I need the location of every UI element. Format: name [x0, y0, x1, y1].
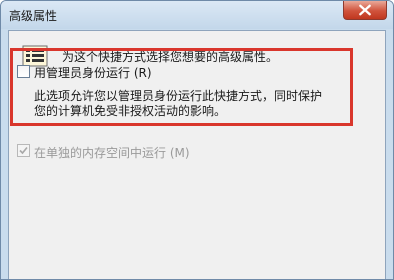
checkmark-icon [19, 146, 28, 155]
close-icon [359, 4, 371, 16]
run-as-admin-description: 此选项允许您以管理员身份运行此快捷方式，同时保护 您的计算机免受非授权活动的影响… [34, 89, 323, 118]
separate-memory-label[interactable]: 在单独的内存空间中运行 (M) [34, 144, 190, 161]
close-button[interactable] [343, 1, 387, 20]
title-bar[interactable]: 高级属性 [1, 1, 393, 29]
advanced-properties-dialog: 高级属性 为这个快捷方式选择您想要的高级属性。 用管理员身份运行 (R) 此选项… [0, 0, 394, 280]
run-as-admin-label[interactable]: 用管理员身份运行 (R) [34, 64, 152, 81]
window-title: 高级属性 [9, 9, 58, 23]
separate-memory-checkbox[interactable] [17, 144, 30, 157]
run-as-admin-checkbox[interactable] [17, 65, 30, 78]
